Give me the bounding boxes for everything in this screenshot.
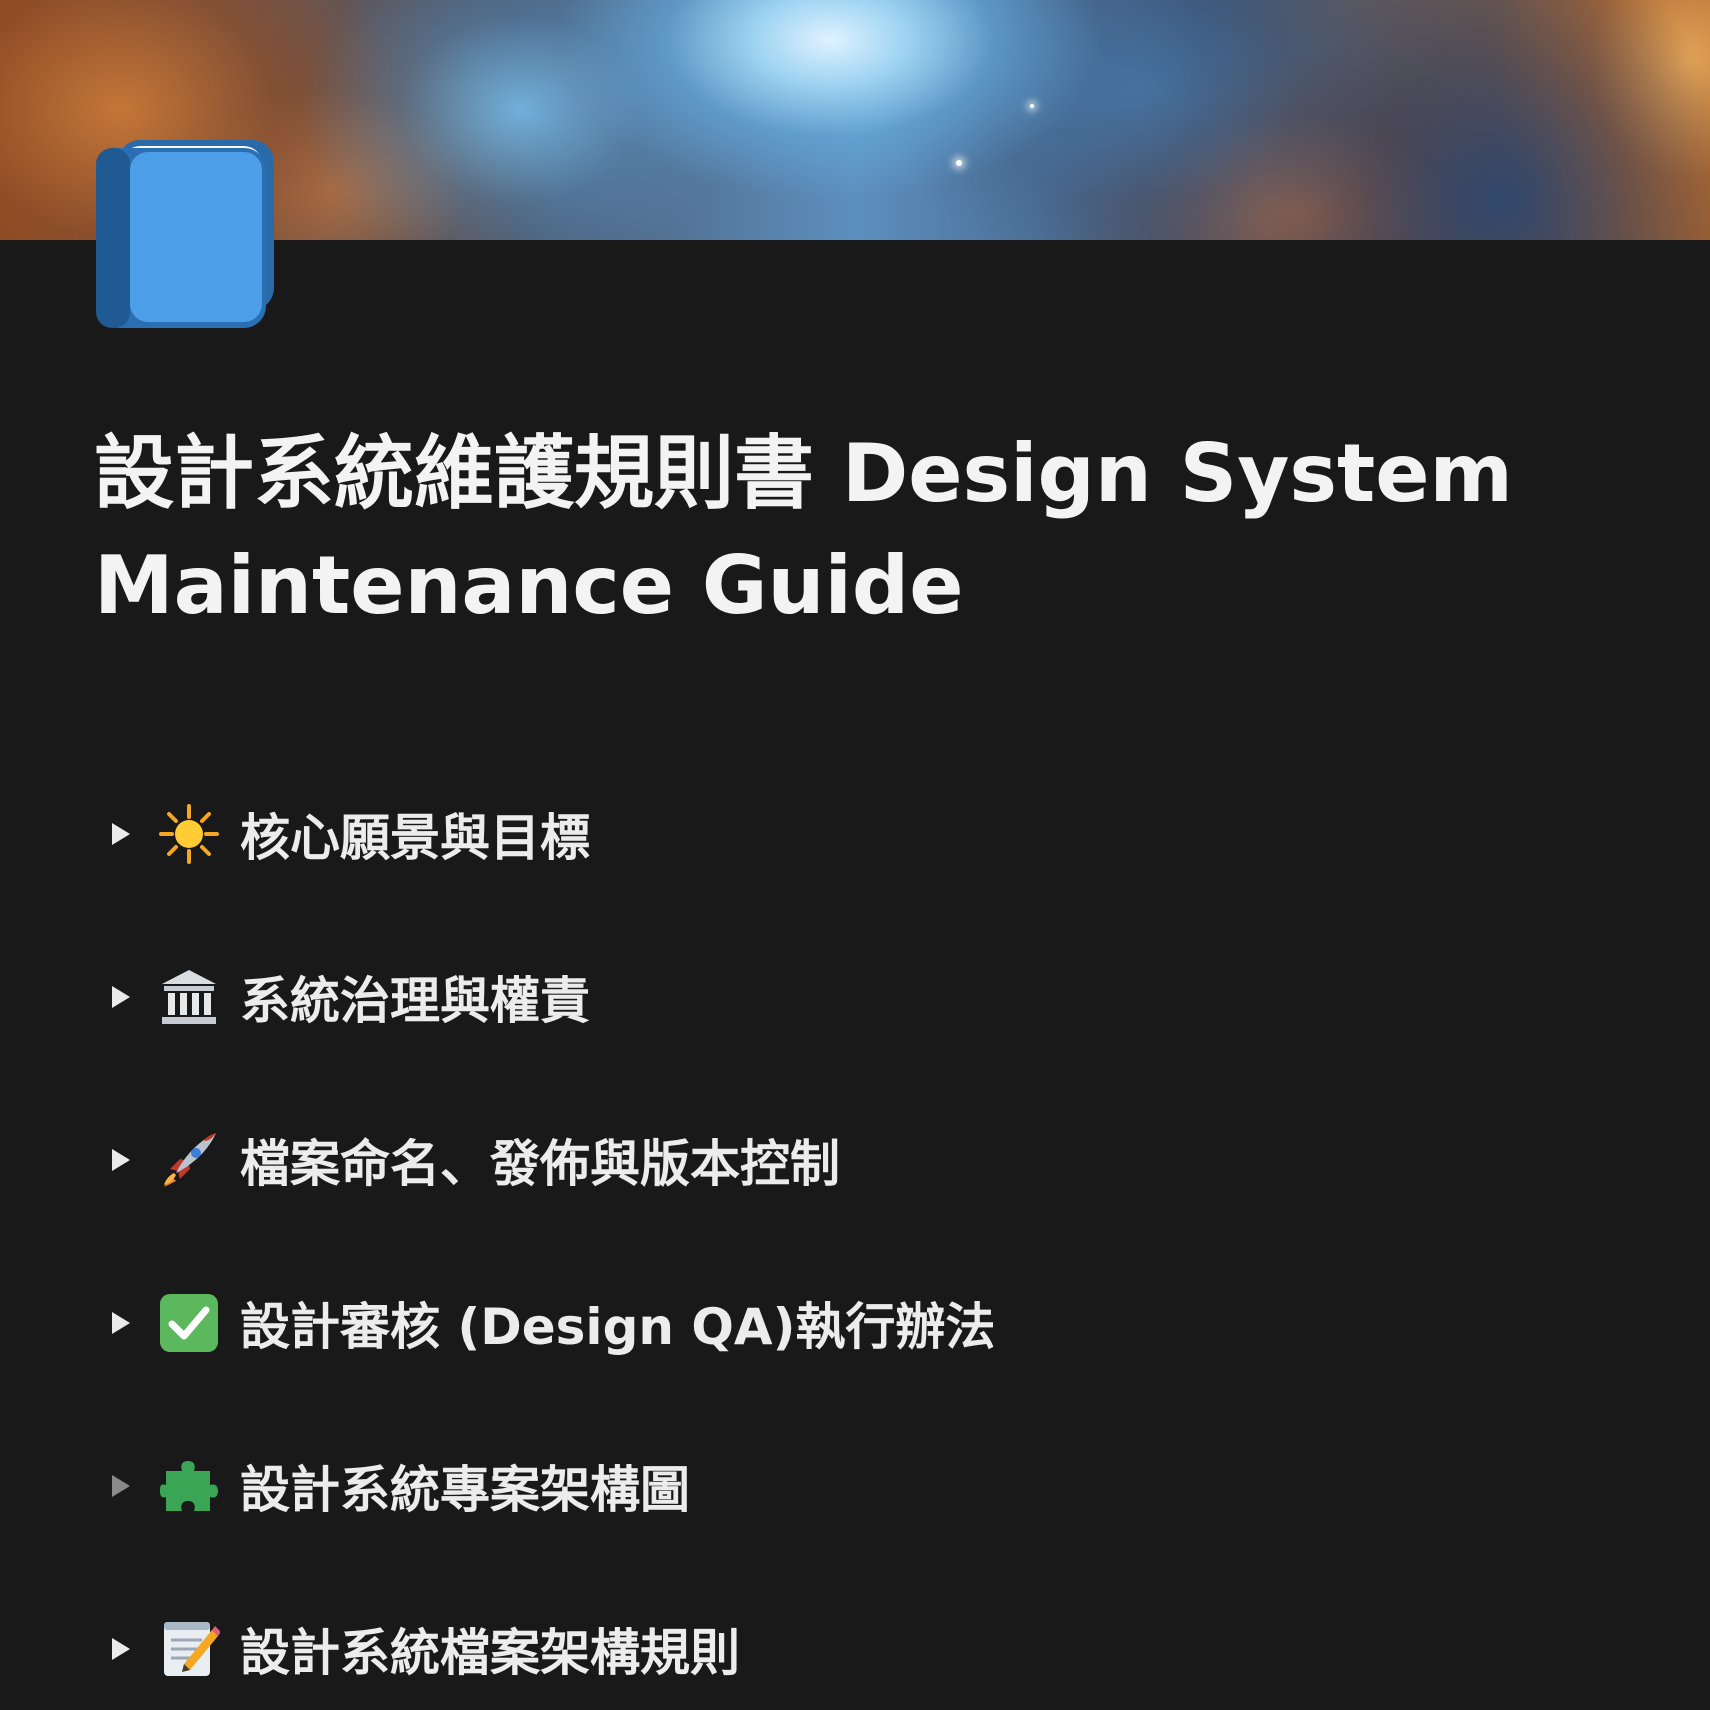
toggle-item[interactable]: 設計系統檔案架構規則 — [100, 1567, 1600, 1710]
rocket-icon — [158, 1129, 220, 1191]
puzzle-piece-icon — [158, 1455, 220, 1517]
toggle-arrow-icon[interactable] — [112, 1637, 130, 1660]
toggle-item[interactable]: 設計系統專案架構圖 — [100, 1404, 1600, 1567]
toggle-arrow-icon[interactable] — [112, 985, 130, 1008]
toggle-label: 設計系統檔案架構規則 — [240, 1623, 740, 1682]
blue-book-icon[interactable] — [96, 138, 280, 330]
check-mark-button-icon — [158, 1292, 220, 1354]
memo-icon — [158, 1618, 221, 1680]
toggle-arrow-icon[interactable] — [112, 1148, 130, 1171]
toggle-list: 核心願景與目標 系統治理與權責 檔案命名、發佈與版本控制 設計審核 (Desig… — [100, 752, 1600, 1710]
toggle-label: 核心願景與目標 — [240, 808, 590, 867]
toggle-label: 設計系統專案架構圖 — [240, 1460, 690, 1519]
toggle-arrow-icon[interactable] — [112, 822, 130, 845]
toggle-arrow-icon[interactable] — [112, 1474, 130, 1497]
cover-star — [1030, 104, 1034, 108]
toggle-label: 檔案命名、發佈與版本控制 — [240, 1134, 840, 1193]
page-title[interactable]: 設計系統維護規則書 Design System Maintenance Guid… — [94, 418, 1684, 642]
toggle-item[interactable]: 設計審核 (Design QA)執行辦法 — [100, 1241, 1600, 1404]
toggle-item[interactable]: 核心願景與目標 — [100, 752, 1600, 915]
toggle-item[interactable]: 系統治理與權責 — [100, 915, 1600, 1078]
cover-star — [956, 160, 962, 166]
toggle-label: 設計審核 (Design QA)執行辦法 — [240, 1297, 996, 1356]
toggle-label: 系統治理與權責 — [240, 971, 590, 1030]
classical-building-icon — [158, 966, 220, 1028]
toggle-arrow-icon[interactable] — [112, 1311, 130, 1334]
sparkle-icon — [158, 803, 220, 865]
toggle-item[interactable]: 檔案命名、發佈與版本控制 — [100, 1078, 1600, 1241]
